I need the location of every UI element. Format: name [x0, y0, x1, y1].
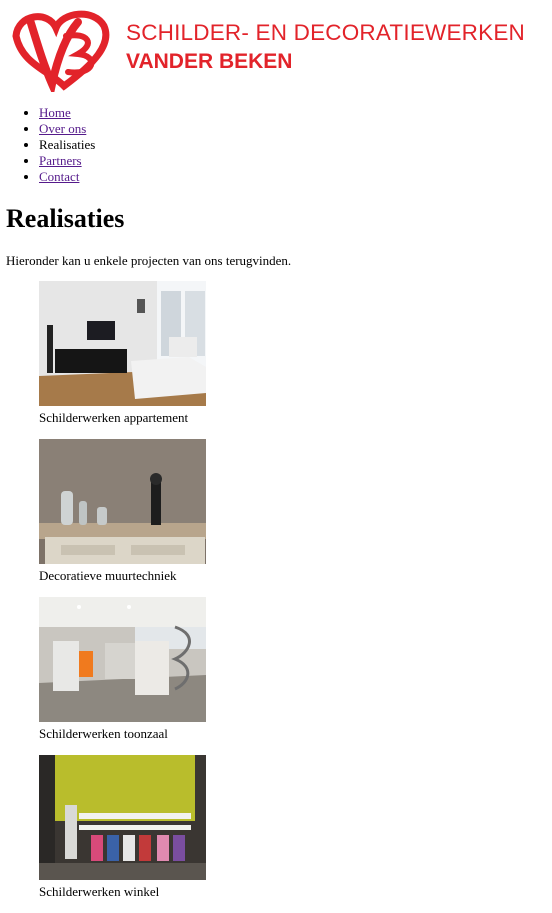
project-caption: Schilderwerken toonzaal	[39, 726, 168, 741]
project-caption: Schilderwerken appartement	[39, 410, 189, 425]
project-caption: Schilderwerken winkel	[39, 884, 160, 899]
main-nav: Home Over ons Realisaties Partners Conta…	[0, 105, 95, 185]
project-caption: Decoratieve muurtechniek	[39, 568, 177, 583]
nav-link-partners[interactable]: Partners	[39, 153, 82, 168]
site-header: SCHILDER- EN DECORATIEWERKEN VANDER BEKE…	[0, 0, 552, 96]
vb-logo-icon[interactable]	[8, 6, 112, 92]
project-image-living-room[interactable]	[39, 281, 206, 406]
project-image-decorative-wall[interactable]	[39, 439, 206, 564]
page-title: Realisaties	[6, 204, 125, 233]
project-item: Schilderwerken winkel	[39, 755, 539, 900]
nav-link-home[interactable]: Home	[39, 105, 71, 120]
logo-line1: SCHILDER- EN DECORATIEWERKEN	[126, 20, 525, 45]
nav-link-contact[interactable]: Contact	[39, 169, 79, 184]
logo-line2: VANDER BEKEN	[126, 50, 293, 73]
project-gallery: Schilderwerken appartement Decoratieve m…	[39, 281, 539, 913]
nav-link-over-ons[interactable]: Over ons	[39, 121, 86, 136]
project-item: Decoratieve muurtechniek	[39, 439, 539, 584]
intro-text: Hieronder kan u enkele projecten van ons…	[6, 253, 292, 268]
project-item: Schilderwerken appartement	[39, 281, 539, 426]
nav-item-home: Home	[39, 105, 95, 121]
nav-item-partners: Partners	[39, 153, 95, 169]
project-image-shop[interactable]	[39, 755, 206, 880]
project-item: Schilderwerken toonzaal	[39, 597, 539, 742]
nav-item-realisaties: Realisaties	[39, 137, 95, 153]
project-image-showroom[interactable]	[39, 597, 206, 722]
nav-item-contact: Contact	[39, 169, 95, 185]
nav-item-over-ons: Over ons	[39, 121, 95, 137]
nav-current-realisaties: Realisaties	[39, 137, 96, 152]
